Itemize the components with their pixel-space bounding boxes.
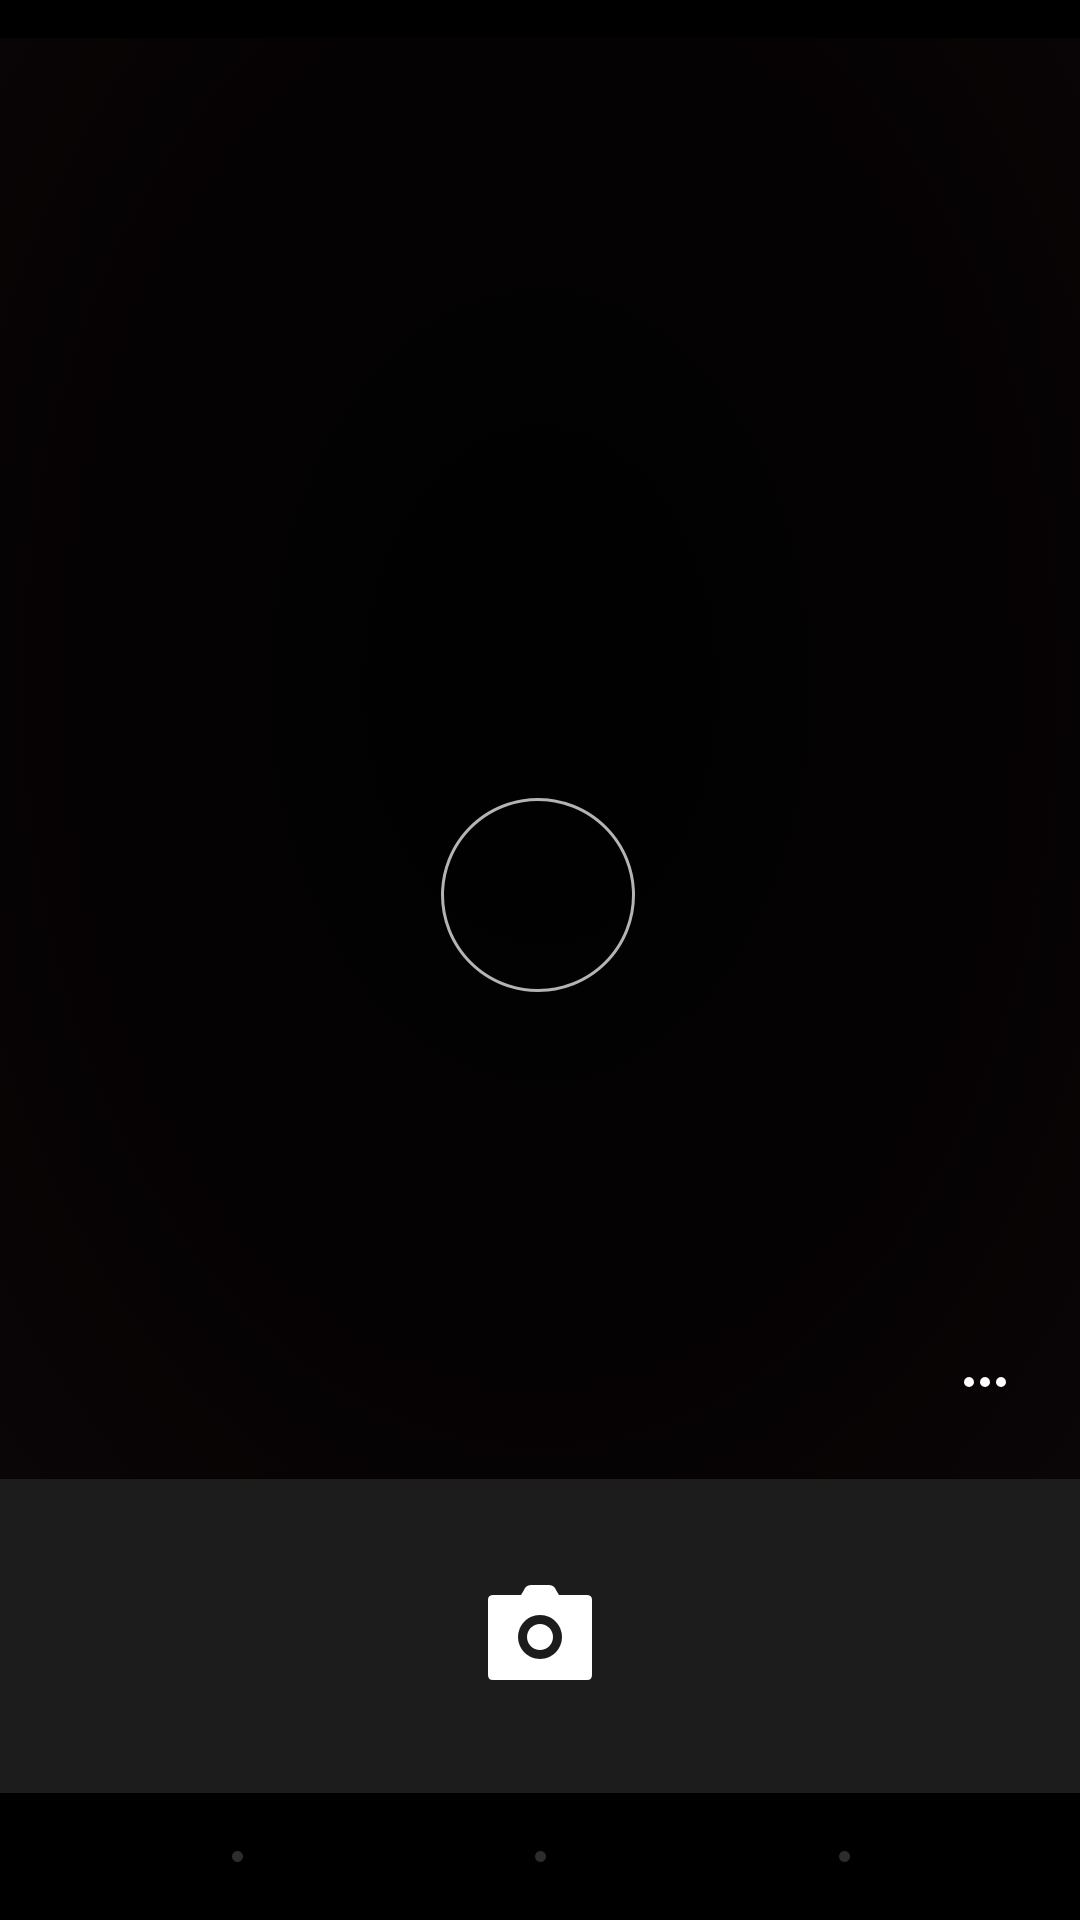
recents-dot-icon[interactable]	[839, 1851, 850, 1862]
more-horiz-icon	[964, 1377, 1006, 1387]
home-dot-icon[interactable]	[535, 1851, 546, 1862]
camera-icon	[488, 1585, 592, 1680]
more-options-button[interactable]	[954, 1360, 1016, 1404]
shutter-button[interactable]	[477, 1570, 603, 1696]
focus-ring	[441, 798, 635, 992]
camera-viewfinder[interactable]	[0, 38, 1080, 1479]
status-bar	[0, 0, 1080, 38]
back-dot-icon[interactable]	[232, 1851, 243, 1862]
